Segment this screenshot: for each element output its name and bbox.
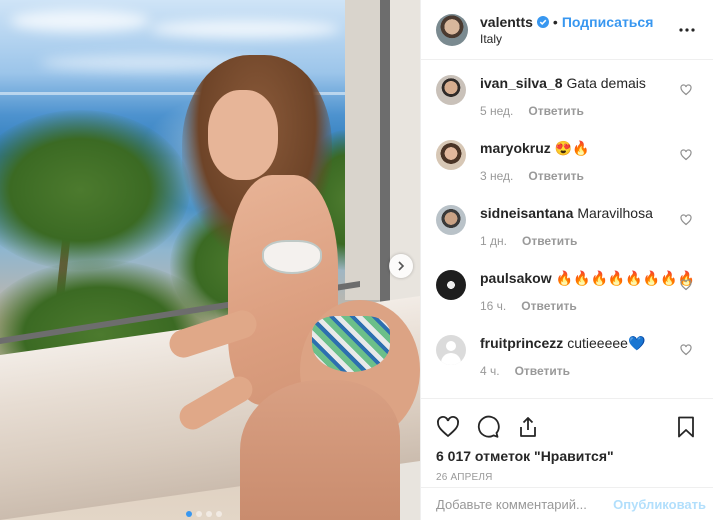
post-photo[interactable]	[0, 0, 420, 520]
person-face	[208, 90, 278, 180]
comment-item: ivan_silva_8 Gata demais 5 нед. Ответить	[436, 74, 697, 139]
comment-item: paulsakow 🔥🔥🔥🔥🔥🔥🔥🔥 16 ч. Ответить	[436, 269, 697, 334]
comment-icon[interactable]	[476, 415, 500, 439]
carousel-dot	[206, 511, 212, 517]
commenter-avatar[interactable]	[436, 140, 466, 170]
more-options-button[interactable]	[675, 18, 699, 42]
likes-count[interactable]: 6 017 отметок "Нравится"	[436, 448, 698, 464]
comment-time[interactable]: 5 нед.	[480, 104, 513, 118]
comment-text: 😍🔥	[554, 140, 590, 156]
bookmark-icon[interactable]	[674, 415, 698, 439]
reply-button[interactable]: Ответить	[515, 364, 570, 378]
commenter-username[interactable]: paulsakow	[480, 270, 552, 286]
author-avatar[interactable]	[436, 13, 468, 46]
commenter-username[interactable]: maryokruz	[480, 140, 551, 156]
author-info: valentts • Подписаться Italy	[480, 14, 675, 46]
comment-time[interactable]: 4 ч.	[480, 364, 500, 378]
sky-cloud	[150, 20, 340, 38]
heart-icon[interactable]	[680, 84, 692, 96]
commenter-username[interactable]: sidneisantana	[480, 205, 573, 221]
publish-button[interactable]: Опубликовать	[613, 497, 713, 512]
comment-text: Maravilhosa	[577, 205, 653, 221]
comment-time[interactable]: 1 дн.	[480, 234, 507, 248]
comment-text: Gata demais	[566, 75, 646, 91]
carousel-dot	[216, 511, 222, 517]
comments-list: ivan_silva_8 Gata demais 5 нед. Ответить m…	[421, 60, 713, 400]
more-options-icon	[679, 27, 695, 32]
verified-badge-icon	[536, 15, 549, 28]
reply-button[interactable]: Ответить	[522, 234, 577, 248]
heart-icon[interactable]	[680, 279, 692, 291]
post-date[interactable]: 26 АПРЕЛЯ	[436, 472, 698, 483]
carousel-dot	[196, 511, 202, 517]
swimsuit-bottom	[312, 316, 390, 372]
post-actions: 6 017 отметок "Нравится" 26 АПРЕЛЯ	[421, 398, 713, 483]
author-username[interactable]: valentts	[480, 14, 533, 30]
share-icon[interactable]	[516, 415, 540, 439]
next-photo-button[interactable]	[389, 254, 413, 278]
commenter-avatar[interactable]	[436, 335, 466, 365]
heart-icon[interactable]	[680, 149, 692, 161]
window-frame-edge	[380, 0, 390, 330]
add-comment-bar: Опубликовать	[421, 487, 713, 520]
person-leg	[240, 380, 400, 520]
heart-icon[interactable]	[436, 415, 460, 439]
reply-button[interactable]: Ответить	[521, 299, 576, 313]
heart-icon[interactable]	[680, 344, 692, 356]
chevron-right-icon	[398, 261, 405, 271]
post-header: valentts • Подписаться Italy	[421, 0, 713, 60]
comment-item: maryokruz 😍🔥 3 нед. Ответить	[436, 139, 697, 204]
commenter-avatar[interactable]	[436, 270, 466, 300]
commenter-username[interactable]: fruitprincezz	[480, 335, 563, 351]
post-location[interactable]: Italy	[480, 32, 675, 46]
post-sidebar: valentts • Подписаться Italy ivan_silva_…	[420, 0, 713, 520]
commenter-avatar[interactable]	[436, 75, 466, 105]
comment-time[interactable]: 16 ч.	[480, 299, 506, 313]
comment-item: fruitprincezz cutieeeee💙 4 ч. Ответить	[436, 334, 697, 399]
carousel-dot	[186, 511, 192, 517]
reply-button[interactable]: Ответить	[528, 169, 583, 183]
comment-input[interactable]	[436, 496, 614, 512]
carousel-indicators	[186, 511, 222, 517]
commenter-username[interactable]: ivan_silva_8	[480, 75, 563, 91]
commenter-avatar[interactable]	[436, 205, 466, 235]
comment-text: cutieeeee💙	[567, 335, 646, 351]
sky-cloud	[10, 10, 150, 32]
reply-button[interactable]: Ответить	[528, 104, 583, 118]
window-frame	[345, 0, 383, 300]
swimsuit-top	[262, 240, 322, 274]
heart-icon[interactable]	[680, 214, 692, 226]
comment-time[interactable]: 3 нед.	[480, 169, 513, 183]
separator: •	[552, 13, 558, 30]
follow-button[interactable]: Подписаться	[562, 14, 654, 30]
comment-item: sidneisantana Maravilhosa 1 дн. Ответить	[436, 204, 697, 269]
comment-text: 🔥🔥🔥🔥🔥🔥🔥🔥	[555, 270, 696, 286]
